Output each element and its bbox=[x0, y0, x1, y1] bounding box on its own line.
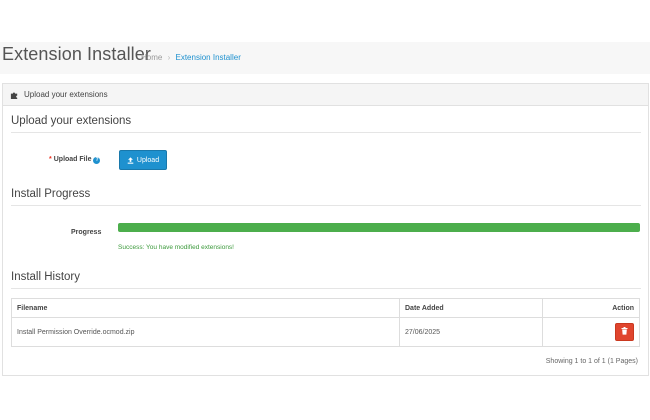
history-section-title: Install History bbox=[11, 271, 81, 283]
breadcrumb-home-link[interactable]: Home bbox=[141, 53, 162, 62]
progress-bar-fill bbox=[118, 223, 640, 232]
breadcrumb-current-link[interactable]: Extension Installer bbox=[175, 53, 240, 62]
progress-section-title: Install Progress bbox=[11, 188, 91, 200]
section-divider bbox=[11, 205, 641, 206]
question-circle-icon[interactable]: ? bbox=[93, 157, 101, 164]
upload-file-label-text: Upload File bbox=[53, 156, 92, 163]
pagination-summary: Showing 1 to 1 of 1 (1 Pages) bbox=[545, 358, 638, 365]
upload-icon bbox=[127, 156, 134, 164]
trash-icon bbox=[621, 327, 628, 337]
upload-button[interactable]: Upload bbox=[119, 150, 167, 170]
upload-panel: Upload your extensions Upload your exten… bbox=[2, 83, 649, 376]
column-header-date-added[interactable]: Date Added bbox=[399, 298, 543, 318]
progress-label: Progress bbox=[71, 229, 102, 236]
panel-heading: Upload your extensions bbox=[3, 84, 648, 106]
section-divider bbox=[11, 132, 641, 133]
delete-button[interactable] bbox=[615, 323, 634, 341]
table-header-row: Filename Date Added Action bbox=[11, 298, 640, 318]
extension-installer-page: Extension Installer Home › Extension Ins… bbox=[0, 0, 650, 420]
section-divider bbox=[11, 288, 641, 289]
table-row: Install Permission Override.ocmod.zip 27… bbox=[11, 317, 640, 347]
page-title: Extension Installer bbox=[2, 44, 151, 64]
column-header-action: Action bbox=[542, 298, 640, 318]
success-message: Success: You have modified extensions! bbox=[118, 244, 234, 251]
progress-bar bbox=[118, 223, 640, 232]
panel-heading-text: Upload your extensions bbox=[24, 90, 108, 99]
install-history-table: Filename Date Added Action Install Permi… bbox=[11, 298, 640, 347]
column-header-filename[interactable]: Filename bbox=[11, 298, 400, 318]
puzzle-icon bbox=[10, 90, 19, 99]
upload-button-label: Upload bbox=[136, 156, 160, 164]
upload-section-title: Upload your extensions bbox=[11, 115, 132, 127]
row-date-added: 27/06/2025 bbox=[399, 317, 543, 347]
required-marker: * bbox=[49, 156, 52, 163]
upload-file-label: * Upload File? bbox=[49, 156, 101, 164]
breadcrumb-separator: › bbox=[167, 53, 171, 62]
row-filename: Install Permission Override.ocmod.zip bbox=[11, 317, 400, 347]
breadcrumb: Home › Extension Installer bbox=[141, 53, 241, 62]
row-action-cell bbox=[542, 317, 640, 347]
